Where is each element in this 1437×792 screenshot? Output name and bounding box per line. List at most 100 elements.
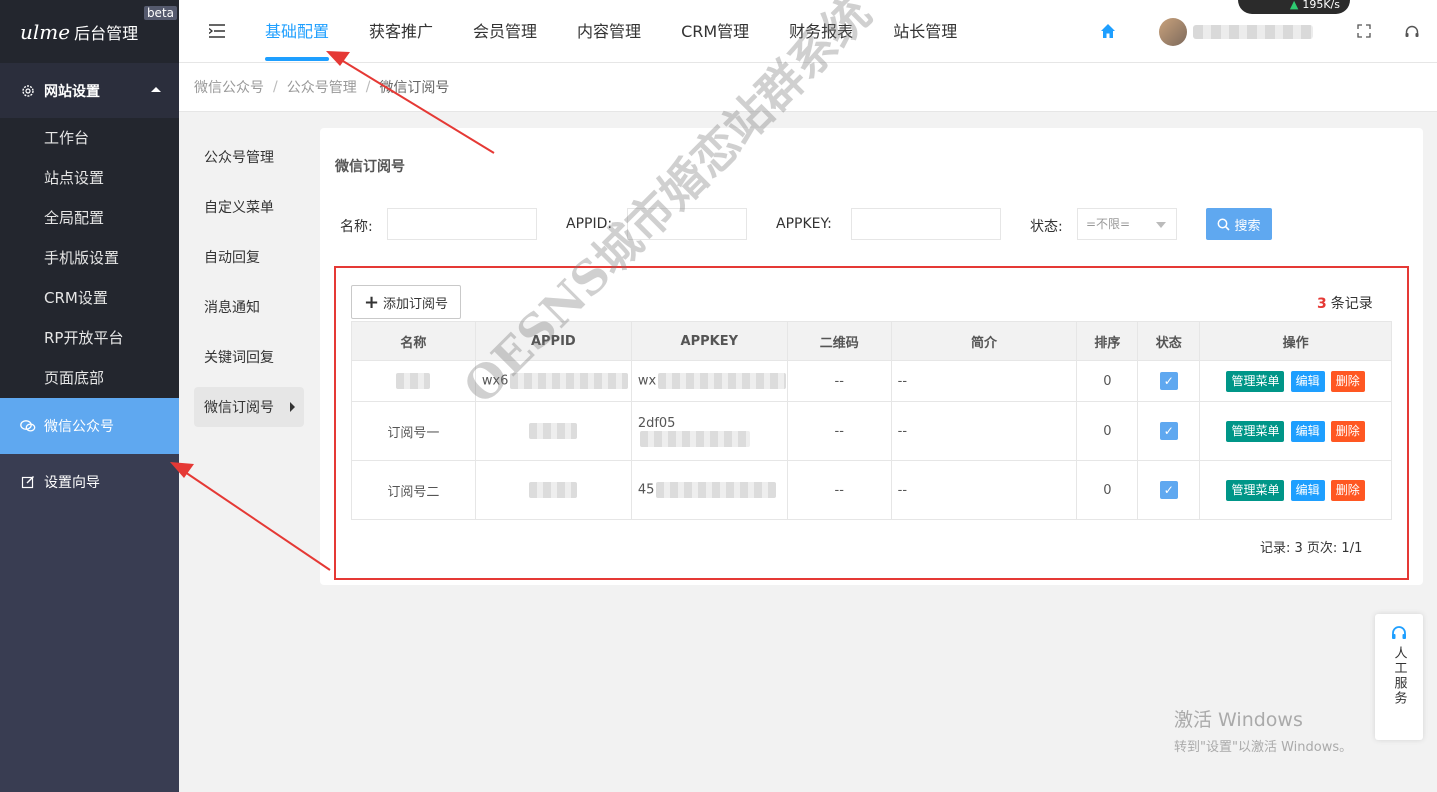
column-header: 排序 — [1076, 321, 1139, 361]
cell-sort: 0 — [1076, 460, 1139, 520]
search-icon — [1218, 218, 1231, 231]
manage-menu-button[interactable]: 管理菜单 — [1226, 420, 1285, 442]
arrow-up-icon: ▲ — [1289, 0, 1299, 11]
subnav-auto-reply[interactable]: 自动回复 — [194, 232, 304, 282]
cell-appkey: 2df05 — [630, 401, 788, 461]
sidebar-item-setup-wizard[interactable]: 设置向导 — [0, 454, 179, 510]
name-label: 名称: — [340, 219, 373, 235]
delete-button[interactable]: 删除 — [1330, 420, 1365, 442]
brand: ulme 后台管理 beta — [0, 0, 179, 63]
chevron-up-icon — [151, 87, 161, 92]
breadcrumb-item[interactable]: 公众号管理 — [287, 77, 357, 97]
subnav-custom-menu[interactable]: 自定义菜单 — [194, 182, 304, 232]
nav-group-site-settings[interactable]: 网站设置 — [0, 63, 179, 118]
brand-title: 后台管理 — [74, 23, 139, 43]
search-button[interactable]: 搜索 — [1206, 208, 1272, 240]
customer-service-widget[interactable]: 人工服务 — [1375, 614, 1423, 740]
menu-toggle-icon[interactable] — [208, 24, 225, 38]
delete-button[interactable]: 删除 — [1330, 370, 1365, 392]
sidebar-item-page-footer[interactable]: 页面底部 — [0, 358, 179, 398]
column-header: APPKEY — [630, 321, 788, 361]
service-label: 人工服务 — [1391, 646, 1407, 706]
cell-qrcode: -- — [786, 360, 892, 402]
subnav-keyword-reply[interactable]: 关键词回复 — [194, 332, 304, 382]
speed-value: 195 — [1302, 0, 1324, 11]
cell-appkey-text: 45 — [637, 482, 655, 498]
breadcrumb-separator: / — [273, 79, 278, 95]
blurred-text — [529, 423, 578, 439]
blurred-text — [639, 430, 750, 447]
cell-ops: 管理菜单 编辑 删除 — [1199, 360, 1392, 402]
blurred-text — [396, 373, 431, 389]
headset-icon[interactable] — [1404, 24, 1420, 40]
status-select[interactable]: =不限= — [1077, 208, 1177, 240]
windows-activation-notice: 激活 Windows 转到"设置"以激活 Windows。 — [1174, 705, 1352, 755]
cell-intro: -- — [890, 360, 1078, 402]
add-label: 添加订阅号 — [383, 296, 449, 312]
manage-menu-button[interactable]: 管理菜单 — [1226, 479, 1285, 501]
add-subscription-button[interactable]: + 添加订阅号 — [351, 285, 461, 319]
card-title: 微信订阅号 — [335, 159, 405, 175]
record-count-suffix: 条记录 — [1330, 296, 1373, 312]
subnav-subscription[interactable]: 微信订阅号 — [194, 387, 304, 427]
cell-appkey: 45 — [630, 460, 788, 520]
caret-right-icon — [290, 402, 295, 412]
table-row: 订阅号二 45 -- -- 0 ✓ 管理菜单 编辑 删除 — [351, 460, 1392, 520]
avatar — [1159, 18, 1187, 46]
tab-members[interactable]: 会员管理 — [473, 0, 537, 63]
activation-hint: 转到"设置"以激活 Windows。 — [1174, 740, 1353, 755]
sidebar-item-wechat[interactable]: 微信公众号 — [0, 398, 179, 454]
status-label: 状态: — [1030, 219, 1063, 235]
edit-button[interactable]: 编辑 — [1290, 420, 1325, 442]
cell-name: 订阅号一 — [351, 401, 476, 461]
status-select-value: =不限= — [1086, 217, 1131, 231]
cell-intro: -- — [890, 401, 1078, 461]
sidebar-item-mobile-settings[interactable]: 手机版设置 — [0, 238, 179, 278]
user-name-blurred — [1193, 25, 1313, 39]
edit-button[interactable]: 编辑 — [1290, 370, 1325, 392]
name-input[interactable] — [387, 208, 537, 240]
sidebar-item-workbench[interactable]: 工作台 — [0, 118, 179, 158]
sidebar-item-rp-platform[interactable]: RP开放平台 — [0, 318, 179, 358]
cell-ops: 管理菜单 编辑 删除 — [1199, 401, 1392, 461]
status-checkbox[interactable]: ✓ — [1159, 372, 1178, 390]
edit-button[interactable]: 编辑 — [1290, 479, 1325, 501]
headset-icon — [1392, 626, 1406, 639]
sidebar-item-site-settings[interactable]: 站点设置 — [0, 158, 179, 198]
nav-group-label: 网站设置 — [44, 83, 100, 100]
status-checkbox[interactable]: ✓ — [1159, 481, 1178, 499]
pagination-info: 记录: 3 页次: 1/1 — [1260, 541, 1363, 556]
blurred-text — [656, 482, 777, 498]
sidebar-item-crm-settings[interactable]: CRM设置 — [0, 278, 179, 318]
user-menu[interactable] — [1159, 18, 1319, 46]
blurred-text — [658, 373, 787, 389]
tab-crm[interactable]: CRM管理 — [681, 0, 749, 63]
sub-menu: 工作台 站点设置 全局配置 手机版设置 CRM设置 RP开放平台 页面底部 — [0, 118, 179, 398]
tab-admin[interactable]: 站长管理 — [893, 0, 957, 63]
appkey-input[interactable] — [851, 208, 1001, 240]
home-icon[interactable] — [1100, 23, 1116, 39]
wechat-icon — [20, 418, 36, 434]
cell-sort: 0 — [1076, 360, 1139, 402]
sidebar-item-global-config[interactable]: 全局配置 — [0, 198, 179, 238]
tab-content[interactable]: 内容管理 — [577, 0, 641, 63]
subnav-account-manage[interactable]: 公众号管理 — [194, 132, 304, 182]
blurred-text — [529, 482, 578, 498]
cell-qrcode: -- — [786, 401, 892, 461]
network-speed-badge: ▲ 195 K/s — [1238, 0, 1350, 14]
cell-appid — [474, 460, 632, 520]
tab-basic-config[interactable]: 基础配置 — [265, 0, 330, 63]
arrow-to-wechat — [170, 462, 331, 571]
subnav-message-notify[interactable]: 消息通知 — [194, 282, 304, 332]
tab-promotion[interactable]: 获客推广 — [369, 0, 433, 63]
cell-status: ✓ — [1137, 360, 1201, 402]
fullscreen-icon[interactable] — [1357, 24, 1371, 38]
manage-menu-button[interactable]: 管理菜单 — [1226, 370, 1285, 392]
breadcrumb-item[interactable]: 微信公众号 — [194, 77, 264, 97]
column-header: 简介 — [890, 321, 1078, 361]
breadcrumb-current: 微信订阅号 — [379, 80, 450, 96]
status-checkbox[interactable]: ✓ — [1159, 422, 1178, 440]
column-header: 状态 — [1137, 321, 1201, 361]
delete-button[interactable]: 删除 — [1330, 479, 1365, 501]
table-row: 订阅号一 2df05 -- -- 0 ✓ 管理菜单 编辑 删除 — [351, 401, 1392, 461]
